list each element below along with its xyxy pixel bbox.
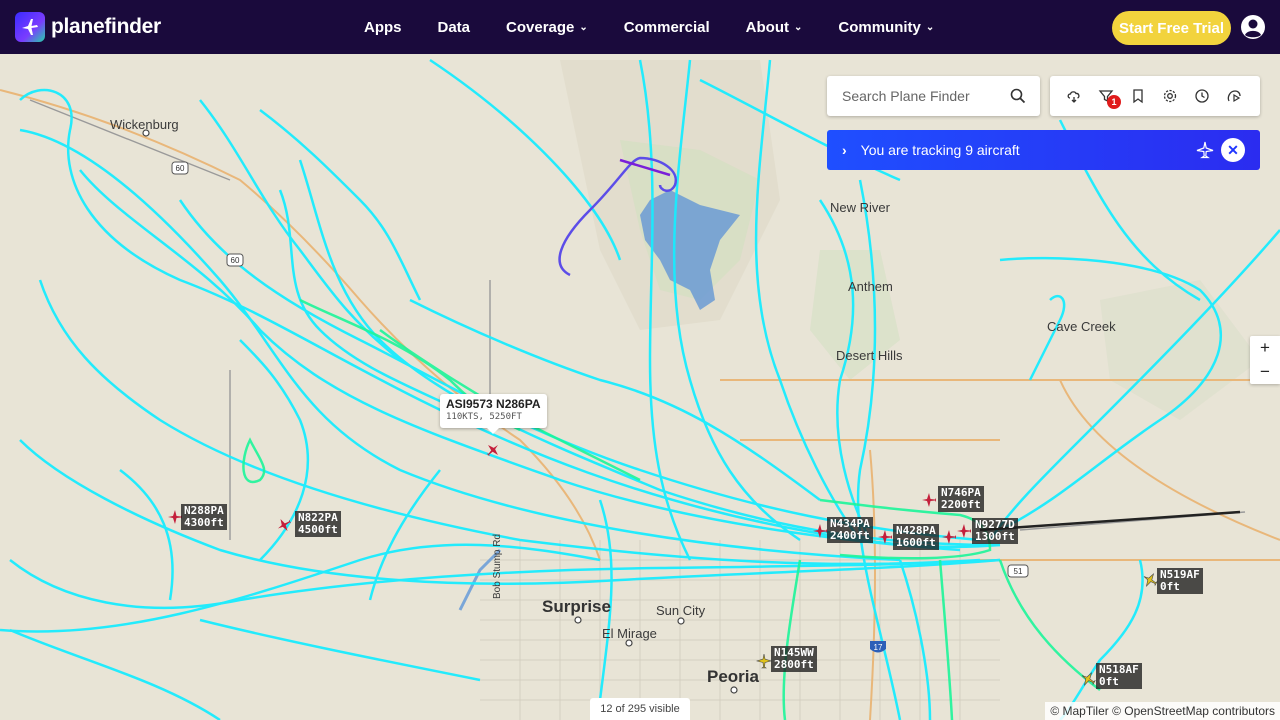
search-bar xyxy=(827,76,1040,116)
aircraft-icon[interactable] xyxy=(921,492,937,508)
place-label: New River xyxy=(830,200,890,215)
history-icon xyxy=(1195,89,1209,103)
plane-logo-icon xyxy=(15,12,45,42)
map-toolbar: 1 xyxy=(1050,76,1260,116)
place-label: Anthem xyxy=(848,279,893,294)
bookmark-button[interactable] xyxy=(1130,88,1146,104)
aircraft-icon[interactable] xyxy=(485,442,501,458)
place-label: El Mirage xyxy=(602,626,657,641)
nav-about[interactable]: About ⌄ xyxy=(746,19,803,36)
top-navbar: planefinder Apps Data Coverage ⌄ Commerci… xyxy=(0,0,1280,54)
aircraft-altitude: 2400ft xyxy=(830,529,870,542)
place-label: Surprise xyxy=(542,597,611,616)
user-account-icon[interactable] xyxy=(1240,14,1266,40)
planefinder-logo[interactable]: planefinder xyxy=(15,12,161,42)
aircraft-icon[interactable] xyxy=(756,653,772,669)
zoom-in-button[interactable]: + xyxy=(1250,336,1280,360)
search-input[interactable] xyxy=(842,88,1002,104)
aircraft-popup[interactable]: ASI9573 N286PA 110KTS, 5250FT xyxy=(440,394,547,434)
start-free-trial-button[interactable]: Start Free Trial xyxy=(1112,11,1231,45)
nav-label: Coverage xyxy=(506,18,575,36)
svg-text:60: 60 xyxy=(176,164,185,173)
aircraft-label[interactable]: N428PA 1600ft xyxy=(893,524,939,550)
svg-text:60: 60 xyxy=(231,256,240,265)
popup-title: ASI9573 N286PA xyxy=(446,397,541,411)
svg-text:17: 17 xyxy=(874,643,883,652)
aircraft-icon[interactable] xyxy=(941,529,957,545)
aircraft-icon[interactable] xyxy=(812,523,828,539)
aircraft-icon[interactable] xyxy=(877,529,893,545)
aircraft-icon[interactable] xyxy=(276,517,292,533)
nav-label: Community xyxy=(838,18,921,36)
search-icon[interactable] xyxy=(1010,88,1026,104)
route-shield: 60 xyxy=(226,253,244,267)
bookmark-icon xyxy=(1133,89,1143,104)
nav-label: About xyxy=(745,18,789,36)
playback-icon xyxy=(1227,90,1241,103)
place-label: Sun City xyxy=(656,603,706,618)
chevron-down-icon: ⌄ xyxy=(925,21,935,33)
aircraft-label[interactable]: N746PA 2200ft xyxy=(938,486,984,512)
chevron-right-icon[interactable]: › xyxy=(842,142,847,158)
close-icon: ✕ xyxy=(1227,141,1239,158)
tracking-bar[interactable]: › You are tracking 9 aircraft ✕ xyxy=(827,130,1260,170)
nav-data[interactable]: Data xyxy=(438,19,471,36)
tracking-text: You are tracking 9 aircraft xyxy=(860,142,1020,158)
brand-name: planefinder xyxy=(51,15,161,38)
history-button[interactable] xyxy=(1194,88,1210,104)
place-label: Wickenburg xyxy=(110,117,179,132)
close-tracking-button[interactable]: ✕ xyxy=(1221,138,1245,162)
aircraft-label[interactable]: N288PA 4300ft xyxy=(181,504,227,530)
map-attribution[interactable]: © MapTiler © OpenStreetMap contributors xyxy=(1045,702,1280,720)
nav-commercial[interactable]: Commercial xyxy=(624,19,710,36)
visible-aircraft-count: 12 of 295 visible xyxy=(590,698,690,720)
aircraft-label[interactable]: N434PA 2400ft xyxy=(827,517,873,543)
filter-count-badge: 1 xyxy=(1107,95,1121,109)
nav-label: Data xyxy=(437,18,471,36)
settings-button[interactable] xyxy=(1162,88,1178,104)
popup-pointer xyxy=(487,428,499,434)
main-nav: Apps Data Coverage ⌄ Commercial About ⌄ Co… xyxy=(364,0,970,54)
aircraft-altitude: 0ft xyxy=(1099,675,1119,688)
nav-community[interactable]: Community ⌄ xyxy=(838,19,934,36)
svg-text:51: 51 xyxy=(1014,567,1023,576)
aircraft-label[interactable]: N145WW 2800ft xyxy=(771,646,817,672)
aircraft-altitude: 4500ft xyxy=(298,523,338,536)
zoom-controls: + − xyxy=(1250,336,1280,384)
weather-button[interactable] xyxy=(1066,88,1082,104)
route-shield: 17 xyxy=(870,641,886,653)
chevron-down-icon: ⌄ xyxy=(793,21,803,33)
place-label: Cave Creek xyxy=(1047,319,1116,334)
nav-label: Commercial xyxy=(623,18,710,36)
aircraft-altitude: 4300ft xyxy=(184,516,224,529)
aircraft-icon[interactable] xyxy=(956,523,972,539)
aircraft-icon[interactable] xyxy=(1142,572,1158,588)
place-label: Peoria xyxy=(707,667,759,686)
weather-icon xyxy=(1067,91,1080,103)
aircraft-tracking-icon[interactable] xyxy=(1196,141,1214,159)
aircraft-altitude: 0ft xyxy=(1160,580,1180,593)
place-label: Desert Hills xyxy=(836,348,903,363)
nav-label: Apps xyxy=(364,18,402,36)
zoom-out-button[interactable]: − xyxy=(1250,360,1280,384)
aircraft-altitude: 2800ft xyxy=(774,658,814,671)
aircraft-label[interactable]: N518AF 0ft xyxy=(1096,663,1142,689)
filter-button[interactable]: 1 xyxy=(1098,88,1121,109)
aircraft-label[interactable]: N9277D 1300ft xyxy=(972,518,1018,544)
route-shield: 60 xyxy=(171,161,189,175)
aircraft-icon[interactable] xyxy=(1080,671,1096,687)
road-label: Bob Stump Rd xyxy=(492,533,503,599)
settings-icon xyxy=(1163,89,1177,103)
aircraft-altitude: 1600ft xyxy=(896,536,936,549)
playback-button[interactable] xyxy=(1226,88,1242,104)
popup-detail: 110KTS, 5250FT xyxy=(446,412,522,422)
aircraft-label[interactable]: N519AF 0ft xyxy=(1157,568,1203,594)
aircraft-altitude: 1300ft xyxy=(975,530,1015,543)
chevron-down-icon: ⌄ xyxy=(579,21,588,33)
nav-apps[interactable]: Apps xyxy=(364,19,402,36)
route-shield: 51 xyxy=(1007,564,1029,578)
aircraft-label[interactable]: N822PA 4500ft xyxy=(295,511,341,537)
aircraft-altitude: 2200ft xyxy=(941,498,981,511)
nav-coverage[interactable]: Coverage ⌄ xyxy=(506,19,588,36)
